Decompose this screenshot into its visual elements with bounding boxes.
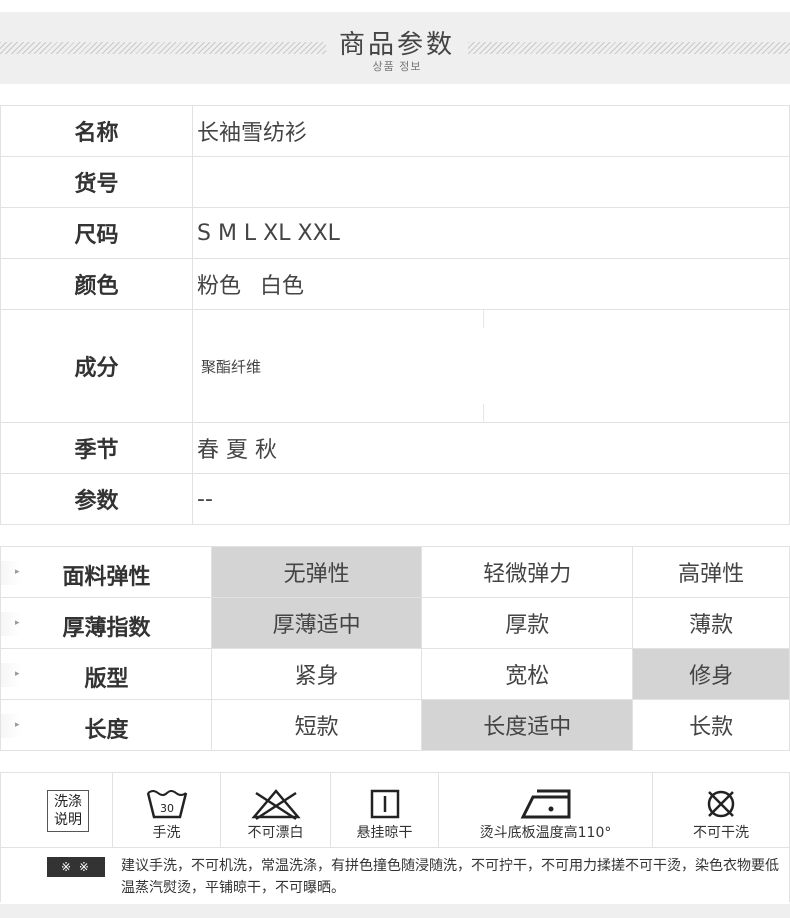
cell-divider	[483, 310, 484, 328]
header-stripes-left	[0, 42, 326, 54]
attr-row-fit: ▸ 版型 紧身 宽松 修身	[0, 648, 790, 700]
attribute-grid: ▸ 面料弹性 无弹性 轻微弹力 高弹性 ▸ 厚薄指数 厚薄适中 厚款 薄款 ▸ …	[0, 546, 790, 751]
wash-30-icon: 30	[146, 790, 187, 819]
attr-option: 短款	[210, 699, 423, 751]
care-item-no-dry-clean: 不可干洗	[653, 773, 789, 848]
info-row-name: 名称 长袖雪纺衫	[0, 105, 790, 157]
info-row-sku: 货号	[0, 156, 790, 208]
section-header: 商品参数 상품 정보	[0, 12, 790, 84]
info-value: 粉色 白色	[192, 258, 790, 310]
hang-dry-icon	[370, 789, 399, 819]
care-note: 建议手洗，不可机洗，常温洗涤，有拼色撞色随浸随洗，不可拧干，不可用力揉搓不可干烫…	[121, 858, 779, 896]
attr-option: 厚薄适中	[210, 597, 423, 649]
section-title: 商品参数	[338, 30, 455, 60]
care-label: 手洗	[152, 825, 181, 841]
no-dry-clean-icon	[707, 790, 735, 818]
care-label: 烫斗底板温度高110°	[479, 825, 612, 841]
care-icons-row: 洗涤说明 30 手洗 不可漂白 悬挂晾干 烫斗底板温度高110° 不可干洗	[1, 773, 789, 848]
product-info-table: 名称 长袖雪纺衫 货号 尺码 S M L XL XXL 颜色 粉色 白色 成分 …	[0, 105, 790, 525]
section-subtitle: 상품 정보	[372, 60, 422, 73]
care-label: 不可干洗	[693, 825, 749, 841]
attr-option: 紧身	[210, 648, 423, 700]
attr-name: 面料弹性	[62, 565, 151, 590]
info-label: 颜色	[0, 258, 193, 310]
attr-name: 版型	[84, 667, 129, 692]
care-legend: 洗涤说明	[47, 790, 89, 832]
info-value: 聚酯纤维	[201, 357, 262, 376]
wash-temp-text: 30	[160, 802, 174, 815]
attr-row-length: ▸ 长度 短款 长度适中 长款	[0, 699, 790, 751]
care-instructions: 洗涤说明 30 手洗 不可漂白 悬挂晾干 烫斗底板温度高110° 不可干洗 ※ …	[0, 772, 790, 902]
note-mark: ※ ※	[47, 857, 105, 877]
info-label: 名称	[0, 105, 193, 157]
info-value: --	[192, 473, 790, 525]
footer-bar	[0, 904, 790, 918]
care-item-iron: 烫斗底板温度高110°	[439, 773, 653, 848]
info-row-params: 参数 --	[0, 473, 790, 525]
info-row-color: 颜色 粉色 白色	[0, 258, 790, 310]
info-row-season: 季节 春 夏 秋	[0, 422, 790, 474]
attr-option: 修身	[632, 648, 790, 700]
info-value: 春 夏 秋	[192, 422, 790, 474]
info-row-material: 成分 聚酯纤维	[0, 309, 790, 423]
info-value	[192, 156, 790, 208]
care-item-no-bleach: 不可漂白	[221, 773, 331, 848]
attr-name-cell: ▸ 面料弹性	[0, 546, 212, 598]
attr-name-cell: ▸ 长度	[0, 699, 212, 751]
no-bleach-icon	[250, 789, 301, 821]
attr-option: 长度适中	[421, 699, 634, 751]
attr-row-elasticity: ▸ 面料弹性 无弹性 轻微弹力 高弹性	[0, 546, 790, 598]
attr-option: 高弹性	[632, 546, 790, 598]
attr-row-thickness: ▸ 厚薄指数 厚薄适中 厚款 薄款	[0, 597, 790, 649]
info-label: 货号	[0, 156, 193, 208]
attr-option: 厚款	[421, 597, 634, 649]
attr-option: 薄款	[632, 597, 790, 649]
care-item-hang-dry: 悬挂晾干	[331, 773, 439, 848]
attr-option: 长款	[632, 699, 790, 751]
info-label: 参数	[0, 473, 193, 525]
info-value: S M L XL XXL	[192, 207, 790, 259]
attr-name-cell: ▸ 版型	[0, 648, 212, 700]
attr-name-cell: ▸ 厚薄指数	[0, 597, 212, 649]
info-label: 季节	[0, 422, 193, 474]
attr-name: 厚薄指数	[62, 616, 151, 641]
header-stripes-right	[468, 42, 790, 54]
care-label: 悬挂晾干	[356, 825, 413, 841]
care-note-row: ※ ※ 建议手洗，不可机洗，常温洗涤，有拼色撞色随浸随洗，不可拧干，不可用力揉搓…	[1, 849, 789, 903]
care-legend-cell: 洗涤说明	[1, 773, 113, 848]
info-label: 成分	[0, 309, 193, 423]
attr-option: 宽松	[421, 648, 634, 700]
info-value: 长袖雪纺衫	[192, 105, 790, 157]
care-label: 不可漂白	[247, 825, 304, 841]
attr-option: 轻微弹力	[421, 546, 634, 598]
attr-name: 长度	[84, 718, 129, 743]
care-item-hand-wash: 30 手洗	[113, 773, 221, 848]
attr-option: 无弹性	[210, 546, 423, 598]
iron-icon	[520, 789, 570, 819]
info-label: 尺码	[0, 207, 193, 259]
info-value-cell: 聚酯纤维	[192, 309, 790, 423]
cell-divider	[483, 404, 484, 422]
info-row-size: 尺码 S M L XL XXL	[0, 207, 790, 259]
